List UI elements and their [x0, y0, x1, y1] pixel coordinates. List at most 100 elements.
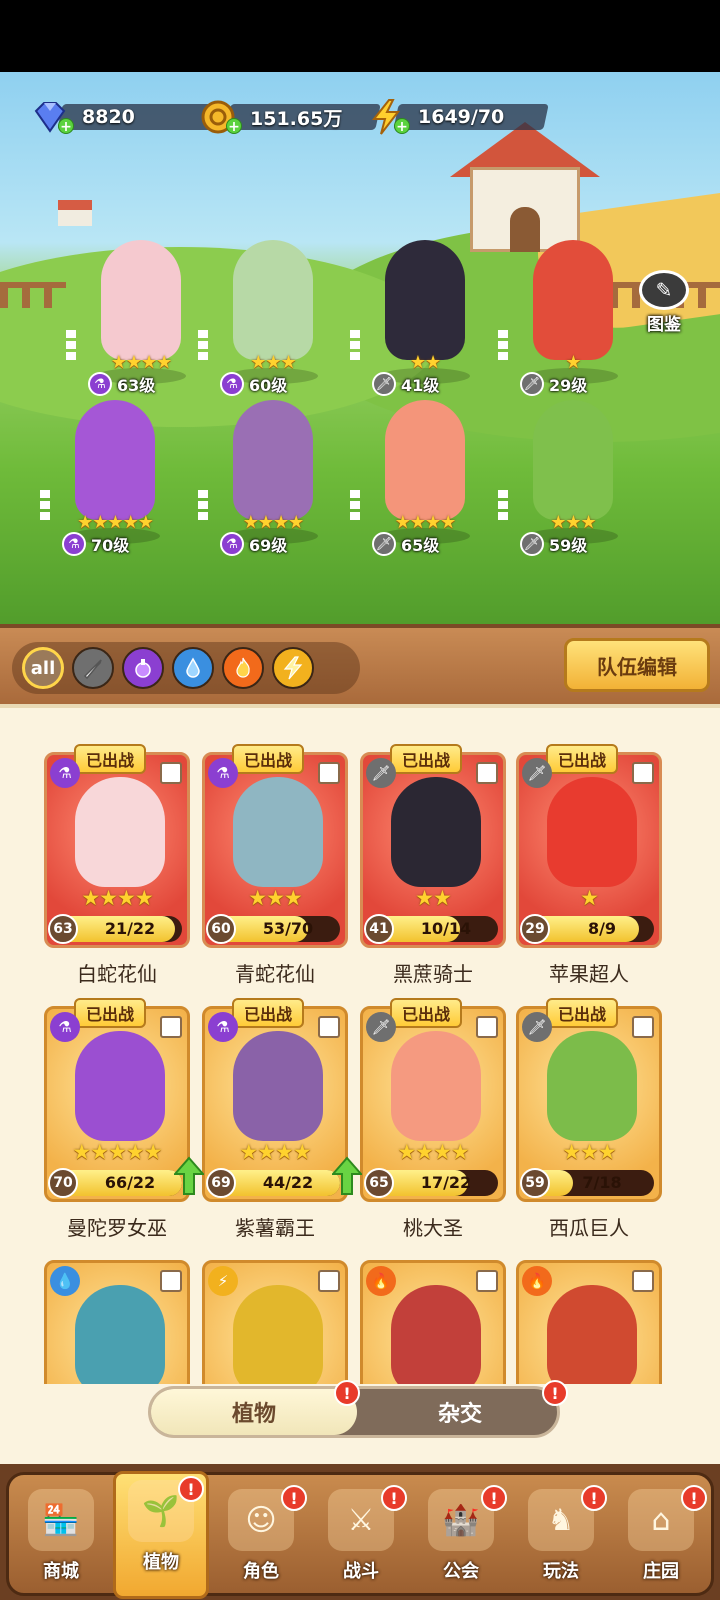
shard-progress: 70 66/22 [48, 1168, 182, 1198]
filter-all[interactable]: all [22, 647, 64, 689]
nav-item[interactable]: 🏰 公会! [413, 1483, 509, 1593]
plant-character [233, 400, 313, 520]
nav-item[interactable]: 🌱 植物! [113, 1471, 209, 1599]
plant-card[interactable]: 已出战 ⚗ ★★★★★ 70 66/22 曼陀罗女巫 [44, 998, 206, 1240]
notification-badge: ! [481, 1485, 507, 1511]
energy-counter[interactable]: + 1649/70 [368, 99, 549, 135]
unit-stars: ★★★★★ [77, 512, 154, 533]
plant-card[interactable]: 已出战 ⚗ ★★★★ 63 21/22 白蛇花仙 [44, 744, 190, 986]
nav-label: 战斗 [343, 1561, 379, 1582]
fire-icon[interactable] [222, 647, 264, 689]
unit-level-label: 41级 [401, 376, 440, 395]
nav-item[interactable]: ⚔ 战斗! [313, 1483, 409, 1593]
water-icon[interactable] [172, 647, 214, 689]
card-level: 41 [364, 914, 394, 944]
formation-icon [632, 1016, 654, 1038]
unit-level-label: 70级 [91, 536, 130, 555]
plant-character [385, 240, 465, 360]
plant-card[interactable]: 💧 [44, 1260, 190, 1384]
nav-item[interactable]: 🏪 商城 [13, 1483, 109, 1593]
tab-plants[interactable]: 植物 [151, 1389, 357, 1435]
energy-count: 1649/70 [418, 106, 505, 128]
unit-stars: ★★★ [250, 352, 296, 373]
water-icon: 💧 [50, 1266, 80, 1296]
field-unit[interactable]: ★ 🗡 29级 [498, 240, 648, 410]
card-stars: ★★ [415, 886, 452, 910]
field-unit[interactable]: ★★★ ⚗ 60级 [198, 240, 348, 410]
field-unit[interactable]: ★★★ 🗡 59级 [498, 400, 648, 570]
plant-portrait [233, 1031, 323, 1141]
plant-card[interactable]: 已出战 🗡 ★ 29 8/9 苹果超人 [516, 744, 662, 986]
plant-card[interactable]: 已出战 🗡 ★★★ 59 7/18 西瓜巨人 [516, 998, 662, 1240]
team-edit-button[interactable]: 队伍编辑 [564, 638, 710, 692]
plant-name: 黑蔗骑士 [393, 962, 473, 986]
plant-card[interactable]: 已出战 🗡 ★★★★ 65 17/22 桃大圣 [360, 998, 506, 1240]
field-unit[interactable]: ★★★★ ⚗ 69级 [198, 400, 348, 570]
bottom-navigation: 🏪 商城 🌱 植物! ☺ 角色! ⚔ 战斗! 🏰 公会! ♞ 玩法! ⌂ 庄园! [0, 1464, 720, 1600]
upgrade-arrow-icon [330, 1156, 364, 1196]
add-energy-icon[interactable]: + [394, 118, 410, 135]
sword-icon: 🗡 [372, 532, 396, 556]
tab-plants-label: 植物 [231, 1402, 276, 1427]
shard-count: 8/9 [587, 919, 617, 938]
plant-character [233, 240, 313, 360]
notification-badge: ! [581, 1485, 607, 1511]
shard-progress: 59 7/18 [520, 1168, 654, 1198]
upgrade-arrow-icon [172, 1156, 206, 1196]
unit-level: ⚗ 63级 [88, 372, 155, 396]
add-gold-icon[interactable]: + [226, 118, 242, 135]
card-grid[interactable]: 已出战 ⚗ ★★★★ 63 21/22 白蛇花仙 已出战 ⚗ ★★★ 60 53/70 青蛇花仙 已出战… [0, 708, 720, 1384]
plant-card[interactable]: ⚡ [202, 1260, 348, 1384]
poison-icon: ⚗ [220, 372, 244, 396]
poison-icon: ⚗ [208, 1012, 238, 1042]
deployed-tag: 已出战 [390, 998, 463, 1028]
unit-level-label: 59级 [549, 536, 588, 555]
card-stars: ★★★ [248, 886, 302, 910]
field-unit[interactable]: ★★★★ ⚗ 63级 [66, 240, 216, 410]
field-unit[interactable]: ★★★★★ ⚗ 70级 [40, 400, 190, 570]
screen: + 8820 + 151.65万 + 1649/70 ✎ 图鉴 ★★★★ ⚗ 63级… [0, 0, 720, 1600]
nav-item[interactable]: ⌂ 庄园! [613, 1483, 709, 1593]
nav-item[interactable]: ♞ 玩法! [513, 1483, 609, 1593]
card-stars: ★★★ [562, 1140, 616, 1164]
unit-level-label: 63级 [117, 376, 156, 395]
poison-icon[interactable] [122, 647, 164, 689]
notification-badge: ! [542, 1380, 568, 1406]
shard-progress: 29 8/9 [520, 914, 654, 944]
plant-card[interactable]: 已出战 🗡 ★★ 41 10/14 黑蔗骑士 [360, 744, 506, 986]
poison-icon: ⚗ [50, 758, 80, 788]
gold-count: 151.65万 [250, 107, 343, 130]
deployed-tag: 已出战 [546, 998, 619, 1028]
shard-count: 7/18 [582, 1173, 622, 1192]
plant-character [533, 400, 613, 520]
plant-card[interactable]: 已出战 ⚗ ★★★ 60 53/70 青蛇花仙 [202, 744, 348, 986]
lightning-icon[interactable] [272, 647, 314, 689]
sword-icon: 🗡 [372, 372, 396, 396]
card-level: 60 [206, 914, 236, 944]
plant-portrait [233, 777, 323, 887]
plant-card[interactable]: 🔥 [516, 1260, 662, 1384]
card-stars: ★★★★ [239, 1140, 311, 1164]
filter-all-label: all [30, 657, 56, 679]
formation-icon [160, 1016, 182, 1038]
gold-counter[interactable]: + 151.65万 [200, 100, 381, 135]
sword-icon: 🗡 [522, 1012, 552, 1042]
status-bar [0, 0, 720, 72]
field-unit[interactable]: ★★ 🗡 41级 [350, 240, 500, 410]
gem-counter[interactable]: + 8820 [32, 100, 223, 135]
fire-icon: 🔥 [366, 1266, 396, 1296]
sword-icon[interactable] [72, 647, 114, 689]
sword-icon: 🗡 [522, 758, 552, 788]
tab-hybrid[interactable]: 杂交 [357, 1389, 563, 1435]
plant-portrait [75, 1285, 165, 1384]
deployed-tag: 已出战 [74, 744, 147, 774]
nav-item[interactable]: ☺ 角色! [213, 1483, 309, 1593]
field-unit[interactable]: ★★★★ 🗡 65级 [350, 400, 500, 570]
deployed-tag: 已出战 [546, 744, 619, 774]
unit-level: 🗡 65级 [372, 532, 439, 556]
team-edit-label: 队伍编辑 [597, 654, 677, 679]
plant-card[interactable]: 🔥 [360, 1260, 506, 1384]
plant-card[interactable]: 已出战 ⚗ ★★★★ 69 44/22 紫薯霸王 [202, 998, 364, 1240]
formation-icon [318, 762, 340, 784]
add-gems-icon[interactable]: + [58, 118, 74, 135]
